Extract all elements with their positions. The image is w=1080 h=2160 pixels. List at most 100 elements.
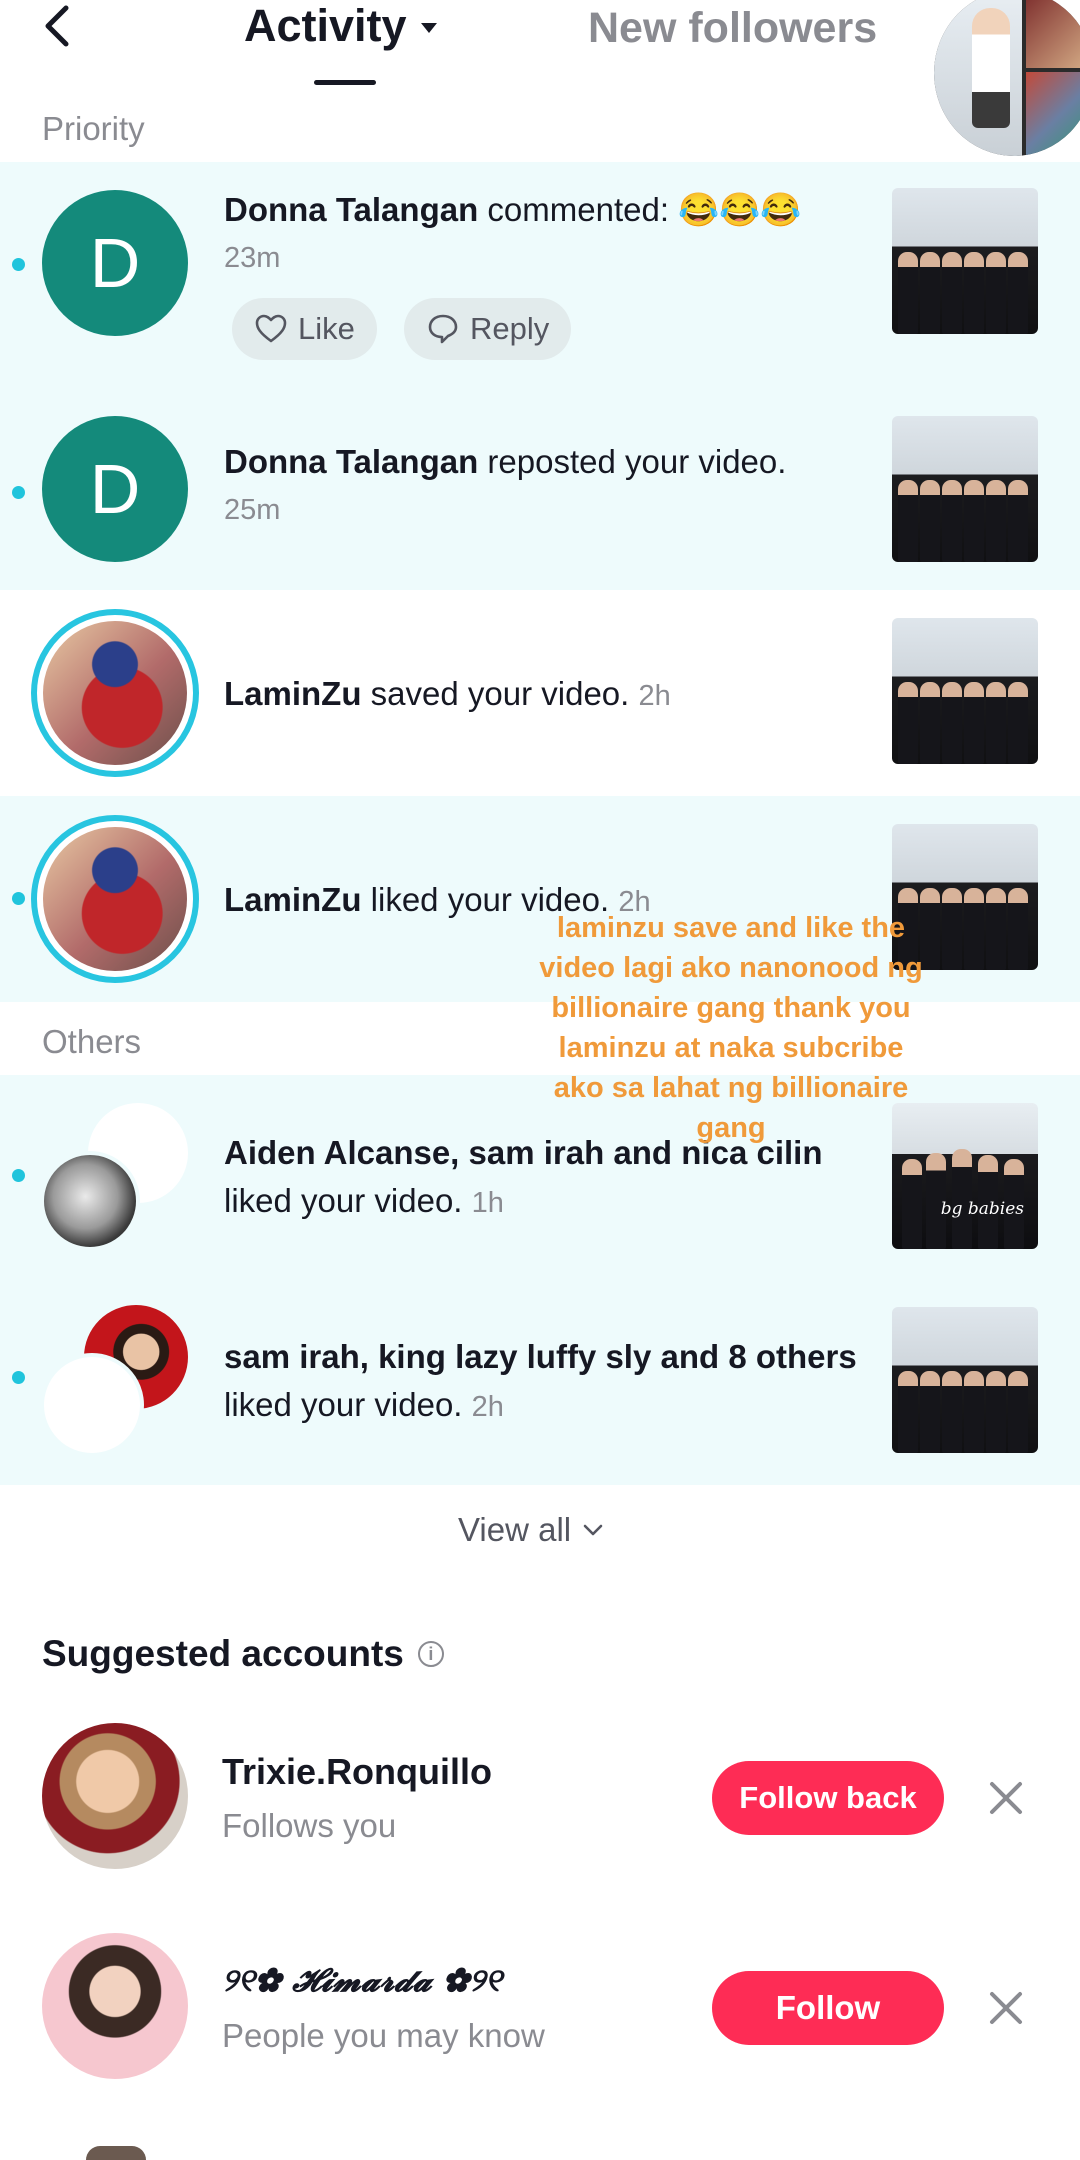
notification-users[interactable]: sam irah, king lazy luffy sly and 8 othe… (224, 1333, 857, 1381)
tab-activity[interactable]: Activity (244, 0, 437, 52)
thumbnail-figure (1008, 682, 1028, 764)
avatar-photo (1026, 0, 1080, 68)
username[interactable]: LaminZu (224, 675, 362, 712)
notification-row[interactable]: LaminZu saved your video. 2h (0, 590, 1080, 796)
back-button[interactable] (34, 2, 84, 52)
reply-label: Reply (470, 311, 550, 346)
back-arrow-icon (45, 5, 69, 47)
timestamp: 2h (638, 680, 671, 712)
dismiss-icon[interactable] (986, 1988, 1026, 2028)
thumbnail-figure (1008, 888, 1028, 970)
thumbnail-figure (898, 252, 918, 334)
avatar[interactable] (31, 815, 199, 983)
timestamp: 1h (471, 1187, 504, 1219)
video-thumbnail[interactable] (892, 188, 1038, 334)
username[interactable]: Donna Talangan (224, 191, 478, 228)
account-name[interactable]: ୨୧✿ 𝓗𝓲𝓶𝓪𝓻𝓭𝓪 ✿୨୧ (222, 1961, 502, 2000)
thumbnail-figure (986, 888, 1006, 970)
followers-avatar-stack[interactable] (934, 0, 1080, 156)
info-icon[interactable]: i (417, 1641, 444, 1667)
avatar-photo (1026, 72, 1080, 156)
video-thumbnail[interactable] (892, 1307, 1038, 1453)
notification-action: reposted your video. (478, 443, 787, 480)
username[interactable]: LaminZu (224, 881, 362, 918)
thumbnail-figure (986, 252, 1006, 334)
thumbnail-figure (902, 1159, 922, 1249)
notification-text: Donna Talangan commented: 😂😂😂 (224, 186, 801, 234)
like-label: Like (298, 311, 355, 346)
chevron-down-icon (583, 1524, 603, 1536)
follow-button[interactable]: Follow (712, 1971, 944, 2045)
avatar[interactable]: D (42, 416, 188, 562)
thumbnail-figure (1008, 480, 1028, 562)
avatar-photo-figure (972, 8, 1010, 128)
follow-back-button[interactable]: Follow back (712, 1761, 944, 1835)
username[interactable]: Donna Talangan (224, 443, 478, 480)
thumbnail-figure (964, 1371, 984, 1453)
overlay-caption: laminzu save and like the video lagi ako… (539, 912, 923, 1144)
avatar[interactable] (31, 609, 199, 777)
view-all-label: View all (458, 1511, 572, 1548)
account-name[interactable]: Trixie.Ronquillo (222, 1751, 492, 1793)
suggested-accounts-heading: Suggested accounts i (42, 1633, 444, 1675)
thumbnail-figure (964, 888, 984, 970)
notification-action: liked your video. (224, 1386, 463, 1423)
unread-dot (12, 1371, 25, 1384)
avatar-photo (43, 621, 187, 765)
dismiss-icon[interactable] (986, 1778, 1026, 1818)
notification-action: saved your video. (361, 675, 630, 712)
tab-new-followers[interactable]: New followers (588, 4, 877, 53)
timestamp: 2h (471, 1391, 504, 1423)
thumbnail-figure (898, 480, 918, 562)
video-thumbnail[interactable] (892, 416, 1038, 562)
avatar[interactable] (42, 1933, 188, 2079)
thumbnail-figure (942, 252, 962, 334)
thumbnail-figure (964, 252, 984, 334)
suggested-account-row[interactable]: ୨୧✿ 𝓗𝓲𝓶𝓪𝓻𝓭𝓪 ✿୨୧ People you may know Foll… (0, 1933, 1080, 2083)
group-avatar[interactable] (40, 1103, 190, 1253)
top-bar: Activity New followers (0, 0, 1080, 156)
avatar-partial (86, 2146, 146, 2160)
notification-text: liked your video. 2h (224, 1381, 504, 1431)
comment-bubble-icon (428, 314, 458, 344)
notification-text: LaminZu saved your video. 2h (224, 670, 671, 720)
reply-button[interactable]: Reply (404, 298, 572, 360)
avatar-photo (934, 0, 1022, 156)
tab-activity-label: Activity (244, 0, 407, 51)
notification-row[interactable]: sam irah, king lazy luffy sly and 8 othe… (0, 1275, 1080, 1485)
notification-text: liked your video. 1h (224, 1177, 504, 1227)
thumbnail-figure (898, 1371, 918, 1453)
heart-icon (255, 314, 287, 343)
thumbnail-figure (920, 252, 940, 334)
timestamp: 25m (224, 494, 281, 526)
notification-row[interactable]: D Donna Talangan reposted your video. 25… (0, 390, 1080, 590)
dropdown-caret-icon (420, 23, 437, 33)
unread-dot (12, 892, 25, 905)
thumbnail-figure (942, 888, 962, 970)
account-subtitle: People you may know (222, 2017, 545, 2054)
thumbnail-figure (920, 480, 940, 562)
thumbnail-figure (920, 682, 940, 764)
suggested-title: Suggested accounts (42, 1633, 404, 1674)
video-thumbnail[interactable] (892, 618, 1038, 764)
thumbnail-figure (898, 682, 918, 764)
thumbnail-figure (920, 1371, 940, 1453)
suggested-account-row[interactable]: Trixie.Ronquillo Follows you Follow back (0, 1723, 1080, 1873)
thumbnail-figure (986, 682, 1006, 764)
avatar[interactable]: D (42, 190, 188, 336)
avatar[interactable] (42, 1723, 188, 1869)
thumbnail-figure (986, 480, 1006, 562)
thumbnail-figure (1008, 252, 1028, 334)
thumbnail-figure (942, 480, 962, 562)
group-avatar[interactable] (40, 1305, 190, 1457)
view-all-button[interactable]: View all (458, 1511, 605, 1549)
notification-row[interactable]: D Donna Talangan commented: 😂😂😂 23m Like… (0, 162, 1080, 390)
section-label-others: Others (42, 1023, 142, 1060)
thumbnail-watermark: bg babies (940, 1199, 1024, 1219)
thumbnail-figure (942, 682, 962, 764)
unread-dot (12, 258, 25, 271)
notification-text: Donna Talangan reposted your video. (224, 438, 786, 486)
active-tab-indicator (314, 80, 376, 85)
like-button[interactable]: Like (232, 298, 377, 360)
unread-dot (12, 1169, 25, 1182)
